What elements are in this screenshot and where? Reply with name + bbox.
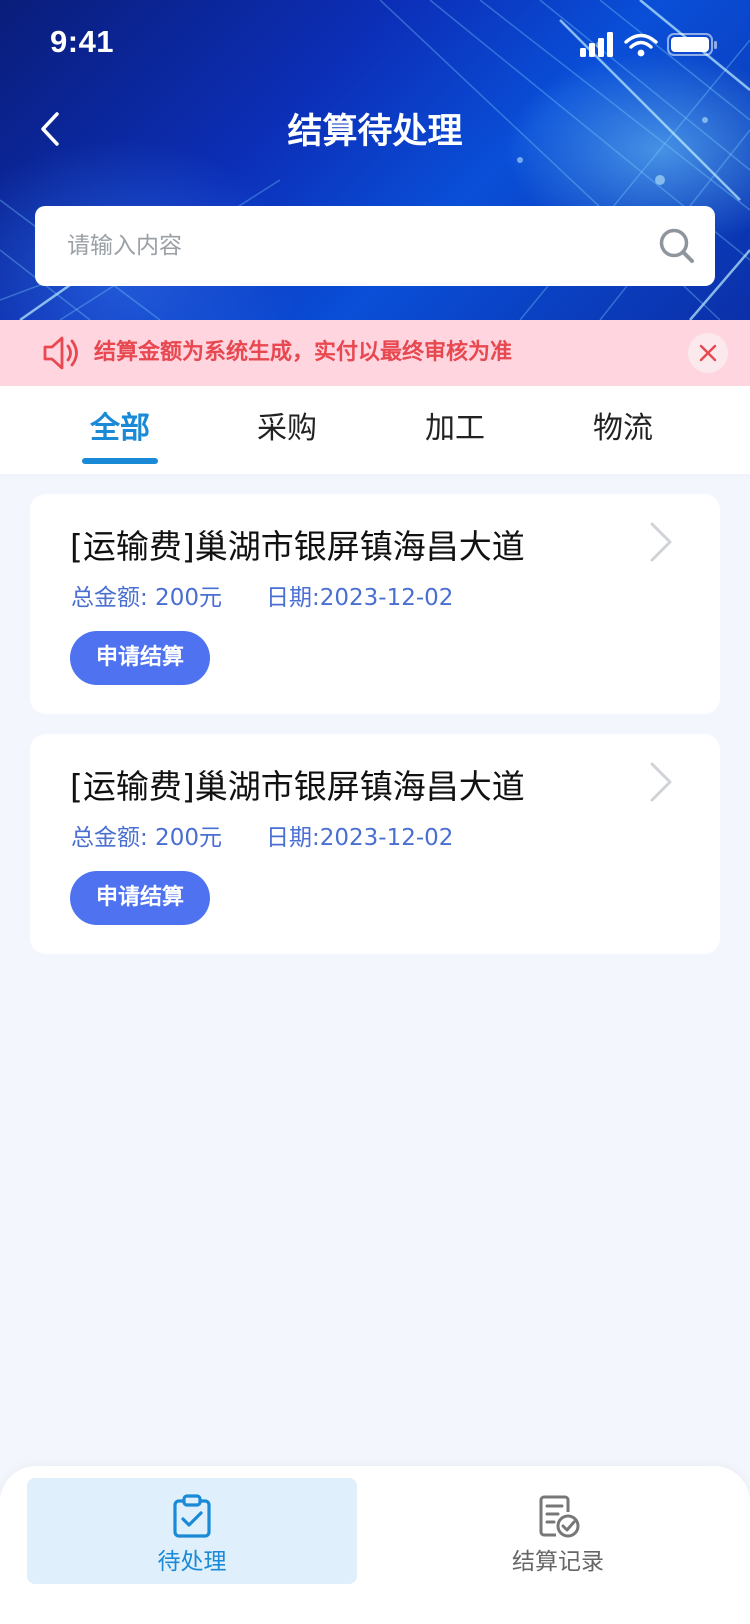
active-tab-indicator xyxy=(82,458,158,464)
category-tabs: 全部 采购 加工 物流 xyxy=(0,386,750,474)
tab-logistics[interactable]: 物流 xyxy=(553,386,693,474)
notice-close-button[interactable] xyxy=(688,333,728,373)
clipboard-check-icon xyxy=(173,1494,211,1538)
tabbar-pending[interactable]: 待处理 xyxy=(27,1478,357,1584)
wifi-icon xyxy=(624,33,658,49)
close-icon xyxy=(699,344,717,362)
header-banner: 9:41 结算待处理 xyxy=(0,0,750,320)
notice-bar: 结算金额为系统生成，实付以最终审核为准 xyxy=(0,320,750,386)
tabbar-label: 待处理 xyxy=(157,1549,227,1575)
settlement-card[interactable]: [运输费]巢湖市银屏镇海昌大道 总金额: 200元 日期:2023-12-02 … xyxy=(30,494,720,714)
battery-icon xyxy=(667,33,717,56)
card-date: 日期:2023-12-02 xyxy=(266,825,454,851)
search-input[interactable] xyxy=(67,206,627,286)
apply-settlement-button[interactable]: 申请结算 xyxy=(70,871,210,925)
card-date: 日期:2023-12-02 xyxy=(266,585,454,611)
search-icon[interactable] xyxy=(657,226,697,266)
signal-icon xyxy=(580,32,613,57)
apply-settlement-button[interactable]: 申请结算 xyxy=(70,631,210,685)
chevron-right-icon[interactable] xyxy=(646,520,676,564)
notice-text: 结算金额为系统生成，实付以最终审核为准 xyxy=(94,340,513,365)
settlement-card[interactable]: [运输费]巢湖市银屏镇海昌大道 总金额: 200元 日期:2023-12-02 … xyxy=(30,734,720,954)
tabbar-label: 结算记录 xyxy=(512,1549,604,1575)
speaker-icon xyxy=(43,336,78,370)
status-bar: 9:41 xyxy=(0,0,750,90)
document-check-icon xyxy=(539,1495,580,1538)
tab-processing[interactable]: 加工 xyxy=(385,386,525,474)
card-title: [运输费]巢湖市银屏镇海昌大道 xyxy=(70,767,525,806)
chevron-right-icon[interactable] xyxy=(646,760,676,804)
card-title: [运输费]巢湖市银屏镇海昌大道 xyxy=(70,527,525,566)
status-icons xyxy=(580,32,717,57)
page-title: 结算待处理 xyxy=(287,112,463,152)
tabbar-settlement-records[interactable]: 结算记录 xyxy=(393,1478,723,1584)
card-amount: 总金额: 200元 xyxy=(71,585,222,611)
status-time: 9:41 xyxy=(50,24,115,59)
tab-purchase[interactable]: 采购 xyxy=(217,386,357,474)
search-bar[interactable] xyxy=(35,206,715,286)
bottom-tab-bar: 待处理 结算记录 xyxy=(0,1466,750,1624)
card-amount: 总金额: 200元 xyxy=(71,825,222,851)
